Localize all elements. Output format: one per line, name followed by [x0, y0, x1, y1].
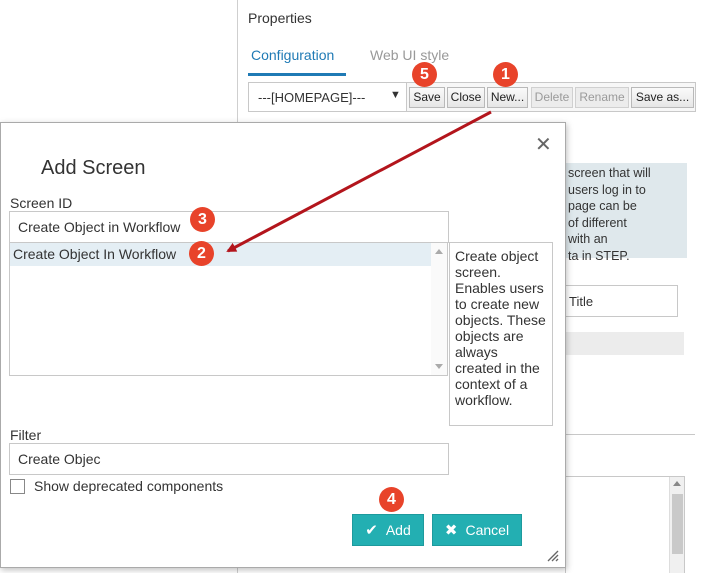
callout-badge: 3 — [190, 207, 215, 232]
resize-grip-icon[interactable] — [545, 548, 559, 562]
callout-badge: 2 — [189, 241, 214, 266]
filter-input[interactable]: Create Objec — [9, 443, 449, 475]
x-icon: ✖ — [444, 522, 458, 539]
callout-badge: 4 — [379, 487, 404, 512]
screen-id-input[interactable]: Create Object in Workflow — [9, 211, 449, 243]
new-button[interactable]: New... — [487, 87, 528, 108]
homepage-select-value: ---[HOMEPAGE]--- — [258, 90, 366, 105]
section-bar — [565, 332, 684, 355]
close-button[interactable]: Close — [447, 87, 485, 108]
save-button[interactable]: Save — [409, 87, 445, 108]
close-icon[interactable]: ✕ — [535, 135, 552, 155]
rename-button[interactable]: Rename — [575, 87, 629, 108]
add-button-label: Add — [385, 522, 411, 538]
scroll-thumb[interactable] — [672, 494, 683, 554]
show-deprecated-checkbox[interactable] — [10, 479, 25, 494]
list-item[interactable]: Create Object In Workflow — [10, 243, 432, 266]
tab-configuration[interactable]: Configuration — [251, 47, 334, 63]
homepage-select[interactable]: ---[HOMEPAGE]--- ▼ — [249, 83, 407, 111]
help-line: page can be — [568, 199, 637, 213]
properties-title: Properties — [248, 10, 312, 26]
callout-badge: 1 — [493, 62, 518, 87]
scrollbar[interactable] — [669, 477, 684, 573]
cancel-button[interactable]: ✖ Cancel — [432, 514, 522, 546]
chevron-down-icon: ▼ — [390, 89, 401, 101]
screen-toolbar: ---[HOMEPAGE]--- ▼ Save Close New... Del… — [248, 82, 696, 112]
add-button[interactable]: ✔ Add — [352, 514, 424, 546]
component-list[interactable] — [565, 476, 685, 573]
checkmark-icon: ✔ — [365, 522, 378, 539]
help-line: users log in to — [568, 182, 646, 197]
homepage-help-text: screen that will users log in to page ca… — [565, 163, 687, 263]
screen-description: Create object screen. Enables users to c… — [449, 242, 553, 426]
show-deprecated-label[interactable]: Show deprecated components — [34, 478, 223, 494]
filter-label: Filter — [10, 427, 42, 443]
scroll-up-icon[interactable] — [435, 249, 443, 254]
scroll-up-icon[interactable] — [673, 481, 681, 486]
help-line: ta in STEP. — [568, 248, 630, 263]
divider — [565, 434, 695, 435]
help-line: with an — [568, 232, 608, 246]
help-line: screen that will — [568, 166, 651, 180]
cancel-button-label: Cancel — [465, 522, 510, 538]
save-as-button[interactable]: Save as... — [631, 87, 694, 108]
help-line: of different — [568, 215, 627, 230]
screen-list[interactable]: Create Object In Workflow — [9, 242, 448, 376]
title-field[interactable]: Title — [565, 285, 678, 317]
active-tab-indicator — [248, 73, 346, 76]
callout-badge: 5 — [412, 62, 437, 87]
delete-button[interactable]: Delete — [531, 87, 573, 108]
tab-web-ui-style[interactable]: Web UI style — [370, 47, 449, 63]
add-screen-dialog: Add Screen ✕ Screen ID Create Object in … — [0, 122, 566, 568]
scroll-down-icon[interactable] — [435, 364, 443, 369]
list-scrollbar[interactable] — [431, 243, 447, 375]
dialog-title: Add Screen — [41, 157, 146, 179]
screen-id-label: Screen ID — [10, 195, 73, 211]
